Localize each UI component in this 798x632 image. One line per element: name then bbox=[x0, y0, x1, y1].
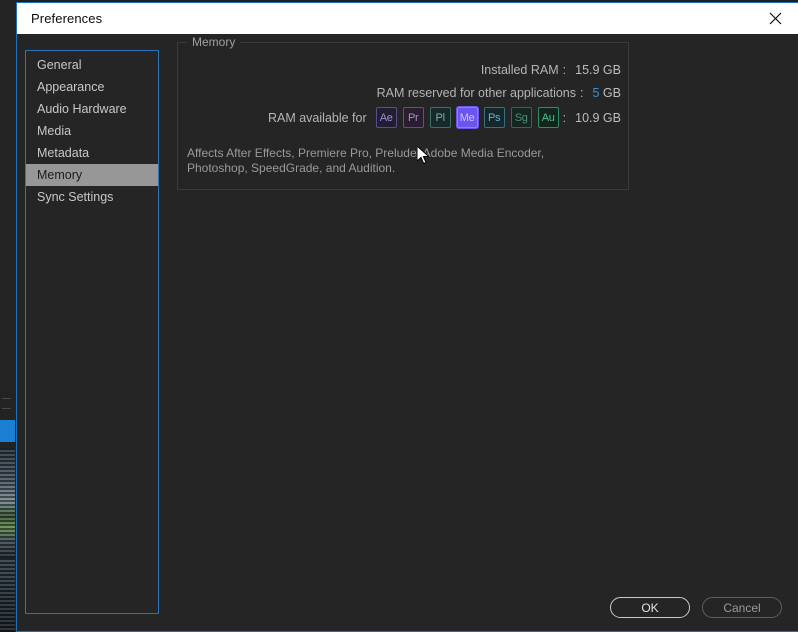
sidebar-item-metadata[interactable]: Metadata bbox=[26, 142, 158, 164]
memory-group-box: Memory Installed RAM : 15.9 GB RAM reser… bbox=[177, 35, 629, 190]
installed-ram-value: 15.9 GB bbox=[575, 63, 621, 77]
dialog-body: General Appearance Audio Hardware Media Meta… bbox=[17, 34, 798, 631]
background-selected-clip bbox=[0, 420, 15, 442]
close-icon[interactable] bbox=[752, 3, 798, 34]
reserved-ram-label: RAM reserved for other applications bbox=[376, 86, 577, 100]
preferences-dialog: Preferences General Appearance Audio Hardw… bbox=[16, 2, 798, 632]
photoshop-icon[interactable]: Ps bbox=[483, 107, 505, 128]
app-icon-group[interactable]: Ae Pr Pl Me Ps Sg Au bbox=[375, 107, 559, 128]
background-tick bbox=[2, 398, 11, 399]
cancel-button[interactable]: Cancel bbox=[702, 597, 782, 618]
sidebar-item-memory[interactable]: Memory bbox=[26, 164, 158, 186]
sidebar-item-sync-settings[interactable]: Sync Settings bbox=[26, 186, 158, 208]
dialog-title: Preferences bbox=[31, 11, 103, 26]
reserved-ram-colon: : bbox=[580, 86, 584, 100]
sidebar-item-general[interactable]: General bbox=[26, 54, 158, 76]
reserved-ram-row: RAM reserved for other applications : 5 … bbox=[178, 86, 621, 100]
reserved-ram-value: 5 GB bbox=[584, 86, 622, 100]
premiere-pro-icon[interactable]: Pr bbox=[402, 107, 424, 128]
installed-ram-label: Installed RAM bbox=[480, 63, 559, 77]
background-video-thumbnail-secondary bbox=[0, 558, 15, 632]
dialog-titlebar: Preferences bbox=[17, 3, 798, 34]
background-video-thumbnail bbox=[0, 448, 15, 558]
dialog-footer: OK Cancel bbox=[610, 597, 782, 618]
sidebar-item-audio-hardware[interactable]: Audio Hardware bbox=[26, 98, 158, 120]
available-ram-value: 10.9 GB bbox=[575, 110, 621, 125]
available-ram-row: RAM available for Ae Pr Pl Me Ps Sg Au : 10.9 … bbox=[178, 107, 621, 128]
prelude-icon[interactable]: Pl bbox=[429, 107, 451, 128]
audition-icon[interactable]: Au bbox=[537, 107, 559, 128]
background-tick bbox=[2, 408, 11, 409]
speedgrade-icon[interactable]: Sg bbox=[510, 107, 532, 128]
ok-button[interactable]: OK bbox=[610, 597, 690, 618]
sidebar-item-media[interactable]: Media bbox=[26, 120, 158, 142]
installed-ram-colon: : bbox=[562, 63, 567, 77]
installed-ram-row: Installed RAM : 15.9 GB bbox=[178, 63, 621, 77]
media-encoder-icon[interactable]: Me bbox=[456, 107, 478, 128]
preferences-category-list[interactable]: General Appearance Audio Hardware Media Meta… bbox=[25, 50, 159, 614]
memory-group-title: Memory bbox=[187, 35, 241, 49]
after-effects-icon[interactable]: Ae bbox=[375, 107, 397, 128]
memory-note-text: Affects After Effects, Premiere Pro, Pre… bbox=[187, 146, 545, 175]
available-ram-label: RAM available for bbox=[267, 110, 367, 125]
available-ram-colon: : bbox=[562, 110, 567, 125]
sidebar-item-appearance[interactable]: Appearance bbox=[26, 76, 158, 98]
reserved-ram-unit: GB bbox=[599, 86, 621, 100]
